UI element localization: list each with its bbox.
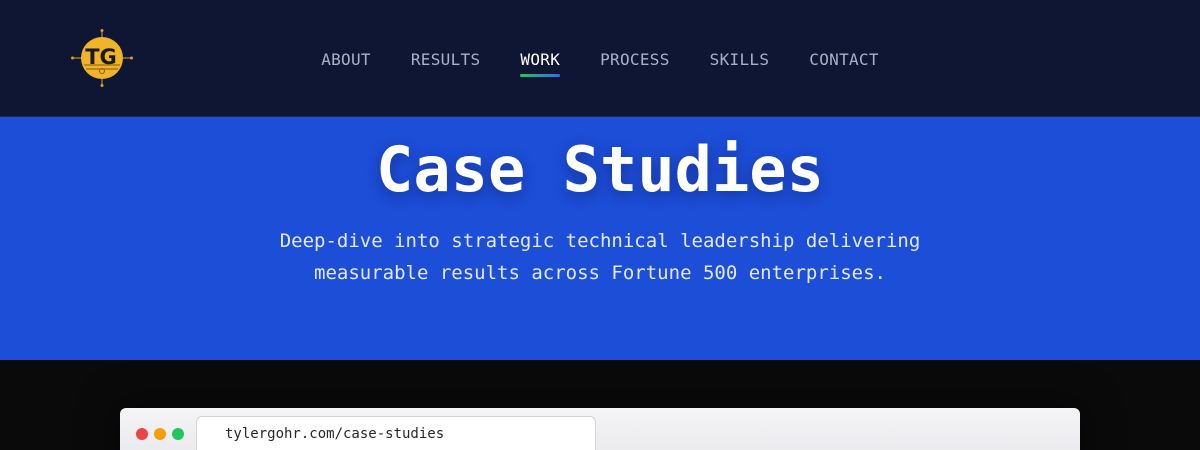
main-nav: ABOUT RESULTS WORK PROCESS SKILLS CONTAC… (300, 0, 900, 117)
hero-subtitle: Deep-dive into strategic technical leade… (240, 225, 960, 289)
url-bar: tylergohr.com/case-studies (196, 416, 596, 450)
hero-subtitle-line-2: measurable results across Fortune 500 en… (314, 262, 886, 284)
nav-item-contact[interactable]: CONTACT (809, 48, 879, 69)
hero-subtitle-line-1: Deep-dive into strategic technical leade… (279, 230, 921, 252)
nav-item-process[interactable]: PROCESS (600, 48, 670, 69)
page: TG ABOUT RESULTS WORK PROCESS SKILLS CON… (0, 0, 1200, 450)
tg-logo-icon[interactable]: TG (70, 28, 134, 88)
nav-item-about[interactable]: ABOUT (321, 48, 371, 69)
close-dot-icon (136, 428, 148, 440)
site-header: TG ABOUT RESULTS WORK PROCESS SKILLS CON… (0, 0, 1200, 117)
nav-item-work[interactable]: WORK (520, 48, 560, 77)
maximize-dot-icon (172, 428, 184, 440)
nav-item-results[interactable]: RESULTS (411, 48, 481, 69)
browser-mockup: tylergohr.com/case-studies (120, 408, 1080, 450)
nav-item-skills[interactable]: SKILLS (710, 48, 770, 69)
minimize-dot-icon (154, 428, 166, 440)
svg-text:TG: TG (85, 45, 117, 69)
page-title: Case Studies (376, 133, 824, 206)
hero-section: Case Studies Deep-dive into strategic te… (0, 117, 1200, 360)
